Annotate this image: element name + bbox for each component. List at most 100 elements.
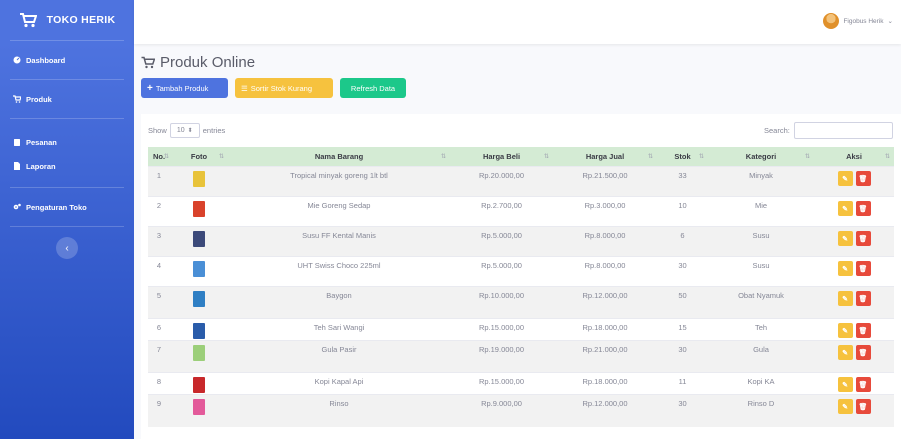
product-photo: [193, 323, 205, 339]
delete-button[interactable]: 🗑: [855, 231, 871, 246]
edit-button[interactable]: ✎: [837, 323, 853, 338]
list-icon: ☰: [241, 83, 248, 93]
actions-cell: ✎ 🗑: [814, 372, 894, 395]
sort-icon: ⇅: [698, 154, 704, 160]
cell-nama: Teh Sari Wangi: [228, 318, 450, 341]
clipboard-icon: [14, 139, 20, 146]
delete-button[interactable]: 🗑: [855, 399, 871, 414]
cell-jual: Rp.18.000,00: [553, 372, 657, 395]
show-label: Show: [148, 126, 167, 135]
file-icon: [14, 162, 20, 170]
delete-button[interactable]: 🗑: [855, 171, 871, 186]
brand[interactable]: TOKO HERIK: [0, 0, 134, 40]
refresh-data-button[interactable]: Refresh Data: [340, 78, 406, 98]
cart-icon: [141, 56, 155, 68]
product-photo-cell: [170, 372, 228, 395]
sort-icon: ⇅: [163, 154, 169, 160]
sort-icon: ⇅: [884, 154, 890, 160]
cell-nama: Rinso: [228, 394, 450, 427]
edit-button[interactable]: ✎: [837, 201, 853, 216]
table-row: 1 Tropical minyak goreng 1lt btl Rp.20.000…: [148, 166, 894, 197]
edit-button[interactable]: ✎: [837, 377, 853, 392]
cell-no: 3: [148, 226, 170, 257]
edit-button[interactable]: ✎: [837, 345, 853, 360]
column-header[interactable]: Aksi ⇅: [814, 147, 894, 167]
sidebar-item-pengaturan-toko[interactable]: Pengaturan Toko: [0, 188, 134, 226]
column-header[interactable]: No. ⇅: [148, 147, 170, 167]
column-header[interactable]: Harga Beli ⇅: [450, 147, 553, 167]
divider: [10, 118, 124, 119]
product-photo: [193, 171, 205, 187]
column-header[interactable]: Nama Barang ⇅: [228, 147, 450, 167]
product-table: No. ⇅ Foto ⇅ Nama Barang ⇅ Harga Beli ⇅ Harg…: [148, 147, 894, 427]
sidebar-item-produk[interactable]: Produk: [0, 80, 134, 118]
column-header[interactable]: Kategori ⇅: [708, 147, 814, 167]
delete-button[interactable]: 🗑: [855, 323, 871, 338]
add-product-button[interactable]: + Tambah Produk: [141, 78, 228, 98]
table-row: 8 Kopi Kapal Api Rp.15.000,00 Rp.18.000,00 1…: [148, 372, 894, 395]
cell-nama: Susu FF Kental Manis: [228, 226, 450, 257]
page-title: Produk Online: [141, 52, 901, 72]
cart-icon: [13, 95, 21, 103]
table-header-row: No. ⇅ Foto ⇅ Nama Barang ⇅ Harga Beli ⇅ Harg…: [148, 147, 894, 167]
delete-button[interactable]: 🗑: [855, 377, 871, 392]
cell-beli: Rp.15.000,00: [450, 372, 553, 395]
column-header[interactable]: Foto ⇅: [170, 147, 228, 167]
column-header-label: Stok: [674, 152, 691, 161]
sidebar-item-laporan[interactable]: Laporan: [0, 153, 134, 179]
table-body: 1 Tropical minyak goreng 1lt btl Rp.20.000…: [148, 166, 894, 427]
edit-button[interactable]: ✎: [837, 291, 853, 306]
cell-nama: Mie Goreng Sedap: [228, 196, 450, 227]
delete-button[interactable]: 🗑: [855, 291, 871, 306]
cell-nama: Tropical minyak goreng 1lt btl: [228, 166, 450, 197]
row-actions: ✎ 🗑: [815, 201, 893, 216]
edit-button[interactable]: ✎: [837, 171, 853, 186]
product-photo: [193, 261, 205, 277]
cell-stok: 6: [657, 226, 708, 257]
product-photo-cell: [170, 196, 228, 227]
column-header-label: Foto: [190, 152, 208, 161]
product-photo: [193, 201, 205, 217]
cell-beli: Rp.20.000,00: [450, 166, 553, 197]
user-menu[interactable]: Figobus Herik ⌄: [823, 13, 893, 29]
sort-icon: ⇅: [440, 154, 446, 160]
cell-no: 9: [148, 394, 170, 427]
page-title-text: Produk Online: [160, 53, 256, 71]
sort-low-stock-label: Sortir Stok Kurang: [250, 83, 313, 93]
row-actions: ✎ 🗑: [815, 171, 893, 186]
edit-button[interactable]: ✎: [837, 261, 853, 276]
delete-button[interactable]: 🗑: [855, 261, 871, 276]
chevron-down-icon: ⬍: [187, 128, 193, 134]
search-input[interactable]: [793, 122, 893, 139]
edit-button[interactable]: ✎: [837, 231, 853, 246]
sidebar-item-dashboard[interactable]: Dashboard: [0, 41, 134, 79]
edit-button[interactable]: ✎: [837, 399, 853, 414]
sidebar-toggle-button[interactable]: ‹: [56, 237, 78, 259]
sort-low-stock-button[interactable]: ☰ Sortir Stok Kurang: [235, 78, 333, 98]
delete-button[interactable]: 🗑: [855, 345, 871, 360]
column-header[interactable]: Stok ⇅: [657, 147, 708, 167]
tachometer-icon: [13, 56, 21, 64]
cell-no: 2: [148, 196, 170, 227]
entries-select[interactable]: 10 ⬍: [169, 123, 200, 138]
product-table-card: Show 10 ⬍ entries Search: No. ⇅ Foto ⇅ Nam…: [141, 114, 901, 439]
sort-icon: ⇅: [804, 154, 810, 160]
product-photo-cell: [170, 394, 228, 427]
cell-jual: Rp.8.000,00: [553, 226, 657, 257]
product-photo-cell: [170, 340, 228, 373]
product-photo-cell: [170, 256, 228, 287]
sort-icon: ⇅: [543, 154, 549, 160]
row-actions: ✎ 🗑: [815, 261, 893, 276]
refresh-data-label: Refresh Data: [350, 83, 396, 93]
cell-jual: Rp.18.000,00: [553, 318, 657, 341]
table-row: 5 Baygon Rp.10.000,00 Rp.12.000,00 50 Obat Ny…: [148, 286, 894, 319]
column-header[interactable]: Harga Jual ⇅: [553, 147, 657, 167]
search-label: Search:: [764, 126, 790, 135]
sidebar-item-label: Dashboard: [26, 55, 66, 65]
cell-nama: Kopi Kapal Api: [228, 372, 450, 395]
cell-kategori: Minyak: [708, 166, 814, 197]
cell-jual: Rp.12.000,00: [553, 286, 657, 319]
cell-no: 5: [148, 286, 170, 319]
actions-cell: ✎ 🗑: [814, 340, 894, 373]
delete-button[interactable]: 🗑: [855, 201, 871, 216]
